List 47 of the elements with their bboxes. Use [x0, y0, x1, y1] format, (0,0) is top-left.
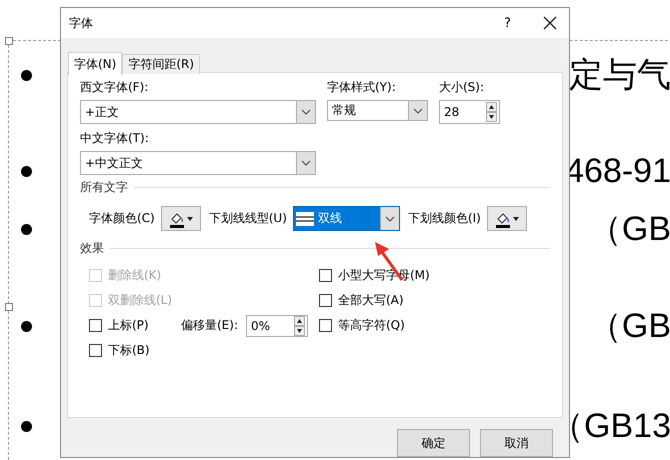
size-spin-box[interactable]: 28: [439, 100, 500, 124]
font-color-button[interactable]: [160, 206, 201, 231]
help-button[interactable]: ?: [500, 16, 515, 30]
field-label: 下划线线型(U): [208, 210, 287, 227]
field-label: 大小(S):: [439, 79, 486, 96]
bullet-icon: [21, 224, 32, 234]
resize-handle[interactable]: [5, 37, 13, 45]
spin-arrows-icon[interactable]: [486, 102, 497, 122]
underline-style-combo[interactable]: 双线: [292, 206, 400, 231]
field-label: 下划线颜色(I): [408, 210, 481, 227]
dialog-button[interactable]: 确定: [397, 429, 470, 457]
combo-box[interactable]: +正文: [80, 100, 316, 124]
checkbox[interactable]: 等高字符(Q): [319, 313, 550, 338]
tab[interactable]: 字体(N): [68, 52, 122, 75]
field-label: 西文字体(F):: [80, 79, 150, 96]
slide-text: （GB: [588, 306, 670, 347]
offset-spin-box[interactable]: 0%: [246, 314, 308, 336]
dialog-button[interactable]: 取消: [480, 429, 553, 457]
section-heading: 所有文字: [80, 179, 128, 196]
chevron-icon: [413, 108, 423, 114]
resize-handle[interactable]: [5, 303, 13, 311]
checkbox[interactable]: 下标(B): [89, 338, 181, 363]
bullet-icon: [21, 70, 32, 80]
combo-box[interactable]: +中文正文: [80, 151, 316, 175]
slide-text: （GB: [588, 209, 670, 250]
spin-arrows-icon[interactable]: [294, 316, 305, 336]
slide-text: （GB13: [550, 406, 670, 447]
slide-text: 定与气: [569, 55, 670, 96]
underline-color-button[interactable]: [486, 206, 527, 231]
field-label: 偏移量(E):: [181, 317, 238, 334]
slide-text: 468-91: [565, 152, 670, 190]
chevron-icon: [301, 160, 311, 166]
checkbox[interactable]: 全部大写(A): [319, 288, 550, 313]
field-label: 字体样式(Y):: [327, 79, 397, 96]
chevron-icon: [384, 216, 395, 222]
window-title: 字体: [69, 14, 94, 32]
tab[interactable]: 字符间距(R): [122, 54, 200, 74]
chevron-icon: [301, 109, 311, 115]
section-heading: 效果: [80, 240, 104, 257]
combo-box[interactable]: 常规: [327, 100, 428, 121]
field-label: 字体颜色(C): [89, 210, 155, 227]
bullet-icon: [21, 420, 32, 432]
bullet-icon: [21, 166, 32, 176]
bullet-icon: [21, 320, 32, 332]
close-icon[interactable]: [543, 16, 557, 30]
checkbox[interactable]: 上标(P): [89, 313, 181, 338]
field-label: 中文字体(T):: [80, 130, 150, 147]
